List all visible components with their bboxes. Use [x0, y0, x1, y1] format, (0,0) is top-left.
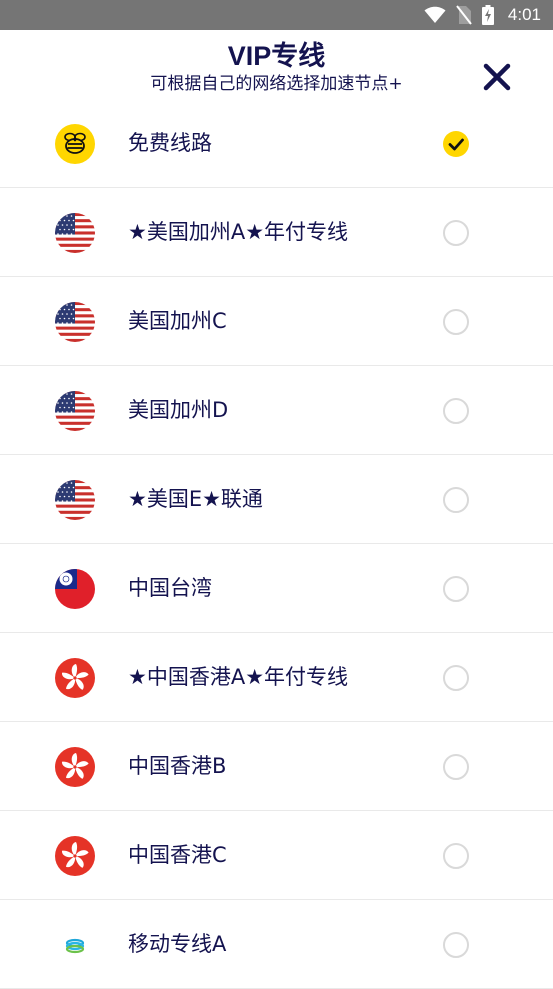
- line-item[interactable]: ★美国E★联通: [0, 455, 553, 544]
- line-item[interactable]: 美国加州D: [0, 366, 553, 455]
- check-icon: [448, 138, 464, 151]
- line-label: ★美国E★联通: [128, 487, 263, 511]
- line-item[interactable]: 中国台湾: [0, 544, 553, 633]
- hong-kong-flag-icon: [55, 658, 95, 698]
- radio-button[interactable]: [443, 665, 469, 691]
- radio-button[interactable]: [443, 487, 469, 513]
- bee-icon: [55, 124, 95, 164]
- us-flag-icon: [55, 480, 95, 520]
- no-sim-icon: [456, 5, 472, 25]
- line-item[interactable]: 移动专线A: [0, 900, 553, 989]
- line-item[interactable]: ★美国加州A★年付专线: [0, 188, 553, 277]
- close-icon[interactable]: [478, 58, 516, 96]
- radio-button[interactable]: [443, 843, 469, 869]
- hong-kong-flag-icon: [55, 747, 95, 787]
- page-subtitle: 可根据自己的网络选择加速节点+: [150, 74, 403, 94]
- status-time: 4:01: [507, 5, 541, 24]
- line-label: 中国香港C: [128, 843, 227, 867]
- line-item[interactable]: 美国加州C: [0, 277, 553, 366]
- radio-button[interactable]: [443, 220, 469, 246]
- line-label: ★中国香港A★年付专线: [128, 665, 349, 689]
- radio-button[interactable]: [443, 754, 469, 780]
- line-list: 免费线路 ★美国加州A★年付专线 美国加州C 美国加州D ★美国E★联通 中国台湾 ★中国香…: [0, 99, 553, 989]
- wifi-icon: [424, 6, 446, 23]
- radio-button[interactable]: [443, 309, 469, 335]
- line-item[interactable]: ★中国香港A★年付专线: [0, 633, 553, 722]
- status-bar: 4:01: [0, 0, 553, 30]
- radio-button[interactable]: [443, 398, 469, 424]
- line-label: 美国加州D: [128, 398, 229, 422]
- taiwan-flag-icon: [55, 569, 95, 609]
- line-item[interactable]: 中国香港B: [0, 722, 553, 811]
- us-flag-icon: [55, 302, 95, 342]
- radio-button[interactable]: [443, 576, 469, 602]
- line-label: 免费线路: [128, 131, 212, 155]
- battery-charging-icon: [481, 5, 494, 25]
- header: VIP专线 可根据自己的网络选择加速节点+: [0, 30, 553, 110]
- line-label: 美国加州C: [128, 309, 227, 333]
- line-item[interactable]: 免费线路: [0, 99, 553, 188]
- radio-button[interactable]: [443, 932, 469, 958]
- hong-kong-flag-icon: [55, 836, 95, 876]
- status-icons: 4:01: [424, 0, 541, 30]
- us-flag-icon: [55, 391, 95, 431]
- page-title: VIP专线: [227, 41, 326, 71]
- line-label: 中国香港B: [128, 754, 227, 778]
- us-flag-icon: [55, 213, 95, 253]
- line-label: 中国台湾: [128, 576, 212, 600]
- line-label: 移动专线A: [128, 932, 227, 956]
- line-item[interactable]: 中国香港C: [0, 811, 553, 900]
- china-mobile-icon: [55, 925, 95, 965]
- radio-selected[interactable]: [443, 131, 469, 157]
- line-label: ★美国加州A★年付专线: [128, 220, 349, 244]
